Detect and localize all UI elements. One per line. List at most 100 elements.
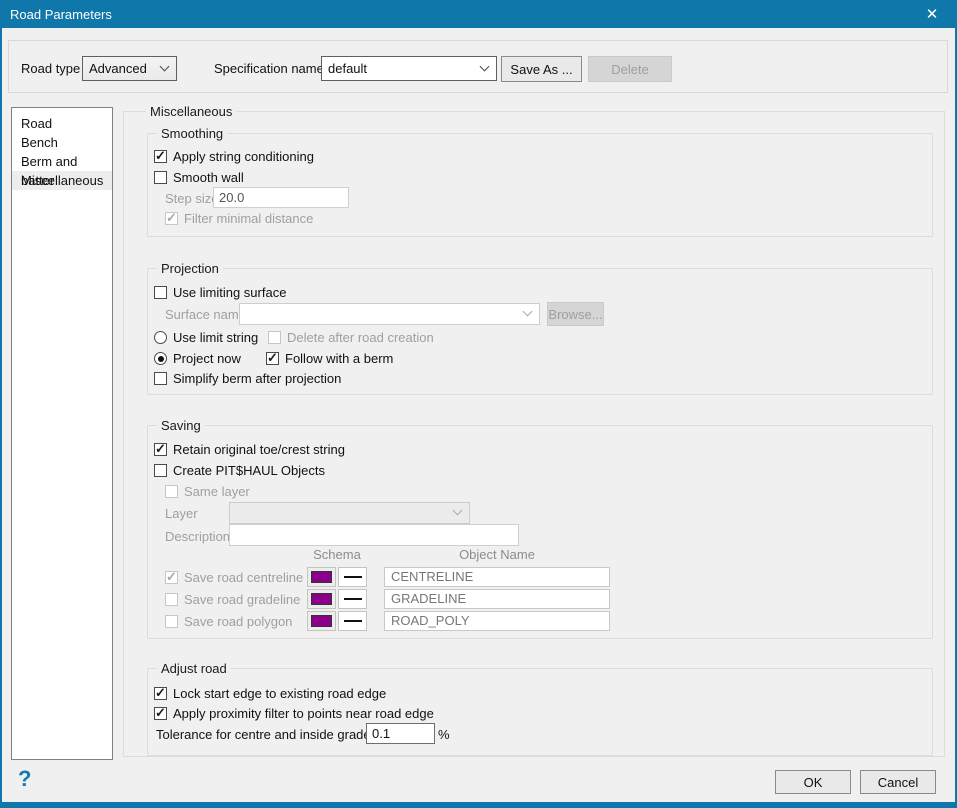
road-type-dropdown[interactable]: Advanced (82, 56, 177, 81)
checkbox-unchecked-disabled-icon (268, 331, 281, 344)
line-style-icon (344, 598, 362, 600)
road-type-value: Advanced (89, 61, 147, 76)
checkbox-checked-disabled-icon (165, 571, 178, 584)
use-limit-string-label: Use limit string (173, 330, 258, 345)
create-pithaul-objects-checkbox[interactable]: Create PIT$HAUL Objects (154, 463, 325, 478)
polygon-colour-swatch[interactable] (307, 611, 336, 631)
checkbox-unchecked-icon (154, 464, 167, 477)
description-label: Description (165, 529, 230, 544)
lock-start-edge-label: Lock start edge to existing road edge (173, 686, 386, 701)
create-pithaul-objects-label: Create PIT$HAUL Objects (173, 463, 325, 478)
retain-original-toe-crest-label: Retain original toe/crest string (173, 442, 345, 457)
use-limiting-surface-checkbox[interactable]: Use limiting surface (154, 285, 286, 300)
surface-name-label: Surface name (165, 307, 246, 322)
projection-group: Projection Use limiting surface Surface … (147, 268, 933, 395)
project-now-radio[interactable]: Project now (154, 351, 241, 366)
centreline-linestyle-button[interactable] (338, 567, 367, 587)
sidebar-item-berm-and-batter[interactable]: Berm and batter (12, 152, 112, 171)
polygon-object-name-field: ROAD_POLY (384, 611, 610, 631)
step-size-label: Step size (165, 191, 218, 206)
checkbox-unchecked-disabled-icon (165, 593, 178, 606)
gradeline-object-name-field: GRADELINE (384, 589, 610, 609)
miscellaneous-group-title: Miscellaneous (146, 104, 236, 119)
smoothing-group: Smoothing Apply string conditioning Smoo… (147, 133, 933, 237)
follow-with-a-berm-checkbox[interactable]: Follow with a berm (266, 351, 393, 366)
specification-name-dropdown[interactable]: default (321, 56, 497, 81)
road-parameters-dialog: Road Parameters ✕ Road type Advanced Spe… (0, 0, 957, 808)
checkbox-checked-icon (154, 707, 167, 720)
delete-after-road-creation-label: Delete after road creation (287, 330, 434, 345)
line-style-icon (344, 620, 362, 622)
gradeline-linestyle-button[interactable] (338, 589, 367, 609)
browse-button: Browse... (547, 302, 604, 326)
project-now-label: Project now (173, 351, 241, 366)
apply-proximity-filter-checkbox[interactable]: Apply proximity filter to points near ro… (154, 706, 434, 721)
same-layer-checkbox: Same layer (165, 484, 250, 499)
apply-string-conditioning-label: Apply string conditioning (173, 149, 314, 164)
save-road-gradeline-checkbox: Save road gradeline (165, 592, 300, 607)
title-bar: Road Parameters ✕ (0, 0, 957, 28)
specification-name-label: Specification name (214, 61, 324, 76)
radio-unselected-icon (154, 331, 167, 344)
polygon-linestyle-button[interactable] (338, 611, 367, 631)
sidebar-item-road[interactable]: Road (12, 114, 112, 133)
checkbox-checked-icon (154, 443, 167, 456)
apply-proximity-filter-label: Apply proximity filter to points near ro… (173, 706, 434, 721)
checkbox-checked-icon (154, 687, 167, 700)
checkbox-unchecked-disabled-icon (165, 615, 178, 628)
chevron-down-icon (453, 506, 463, 516)
checkbox-unchecked-icon (154, 171, 167, 184)
smooth-wall-label: Smooth wall (173, 170, 244, 185)
adjust-road-group: Adjust road Lock start edge to existing … (147, 668, 933, 756)
lock-start-edge-checkbox[interactable]: Lock start edge to existing road edge (154, 686, 386, 701)
use-limiting-surface-label: Use limiting surface (173, 285, 286, 300)
checkbox-unchecked-icon (154, 372, 167, 385)
step-size-input (213, 187, 349, 208)
centreline-object-name-field: CENTRELINE (384, 567, 610, 587)
gradeline-colour-swatch[interactable] (307, 589, 336, 609)
retain-original-toe-crest-checkbox[interactable]: Retain original toe/crest string (154, 442, 345, 457)
adjust-road-group-title: Adjust road (157, 661, 231, 676)
cancel-button[interactable]: Cancel (860, 770, 936, 794)
description-input (229, 524, 519, 546)
sidebar-item-miscellaneous[interactable]: Miscellaneous (12, 171, 112, 190)
saving-group-title: Saving (157, 418, 205, 433)
save-road-gradeline-label: Save road gradeline (184, 592, 300, 607)
schema-column-header: Schema (307, 547, 367, 562)
page-list: Road Bench Berm and batter Miscellaneous (11, 107, 113, 760)
save-road-polygon-checkbox: Save road polygon (165, 614, 292, 629)
radio-selected-icon (154, 352, 167, 365)
surface-name-dropdown (239, 303, 540, 325)
delete-button: Delete (588, 56, 672, 82)
specification-name-value: default (328, 61, 367, 76)
tolerance-unit-label: % (438, 727, 450, 742)
filter-minimal-distance-label: Filter minimal distance (184, 211, 313, 226)
chevron-down-icon (523, 307, 533, 317)
sidebar-item-bench[interactable]: Bench (12, 133, 112, 152)
road-type-label: Road type (21, 61, 80, 76)
line-style-icon (344, 576, 362, 578)
follow-with-a-berm-label: Follow with a berm (285, 351, 393, 366)
chevron-down-icon (480, 61, 490, 71)
centreline-colour-swatch[interactable] (307, 567, 336, 587)
use-limit-string-radio[interactable]: Use limit string (154, 330, 258, 345)
window-title: Road Parameters (0, 7, 112, 22)
checkbox-checked-icon (266, 352, 279, 365)
checkbox-checked-icon (154, 150, 167, 163)
smooth-wall-checkbox[interactable]: Smooth wall (154, 170, 244, 185)
close-icon[interactable]: ✕ (915, 0, 949, 28)
ok-button[interactable]: OK (775, 770, 851, 794)
spec-toolbar: Road type Advanced Specification name de… (8, 40, 948, 93)
help-icon[interactable]: ? (18, 766, 31, 792)
smoothing-group-title: Smoothing (157, 126, 227, 141)
simplify-berm-after-projection-label: Simplify berm after projection (173, 371, 341, 386)
tolerance-input[interactable] (366, 723, 435, 744)
filter-minimal-distance-checkbox: Filter minimal distance (165, 211, 313, 226)
tolerance-label: Tolerance for centre and inside grades (156, 727, 377, 742)
apply-string-conditioning-checkbox[interactable]: Apply string conditioning (154, 149, 314, 164)
save-as-button[interactable]: Save As ... (501, 56, 582, 82)
save-road-polygon-label: Save road polygon (184, 614, 292, 629)
projection-group-title: Projection (157, 261, 223, 276)
simplify-berm-after-projection-checkbox[interactable]: Simplify berm after projection (154, 371, 341, 386)
save-road-centreline-label: Save road centreline (184, 570, 303, 585)
